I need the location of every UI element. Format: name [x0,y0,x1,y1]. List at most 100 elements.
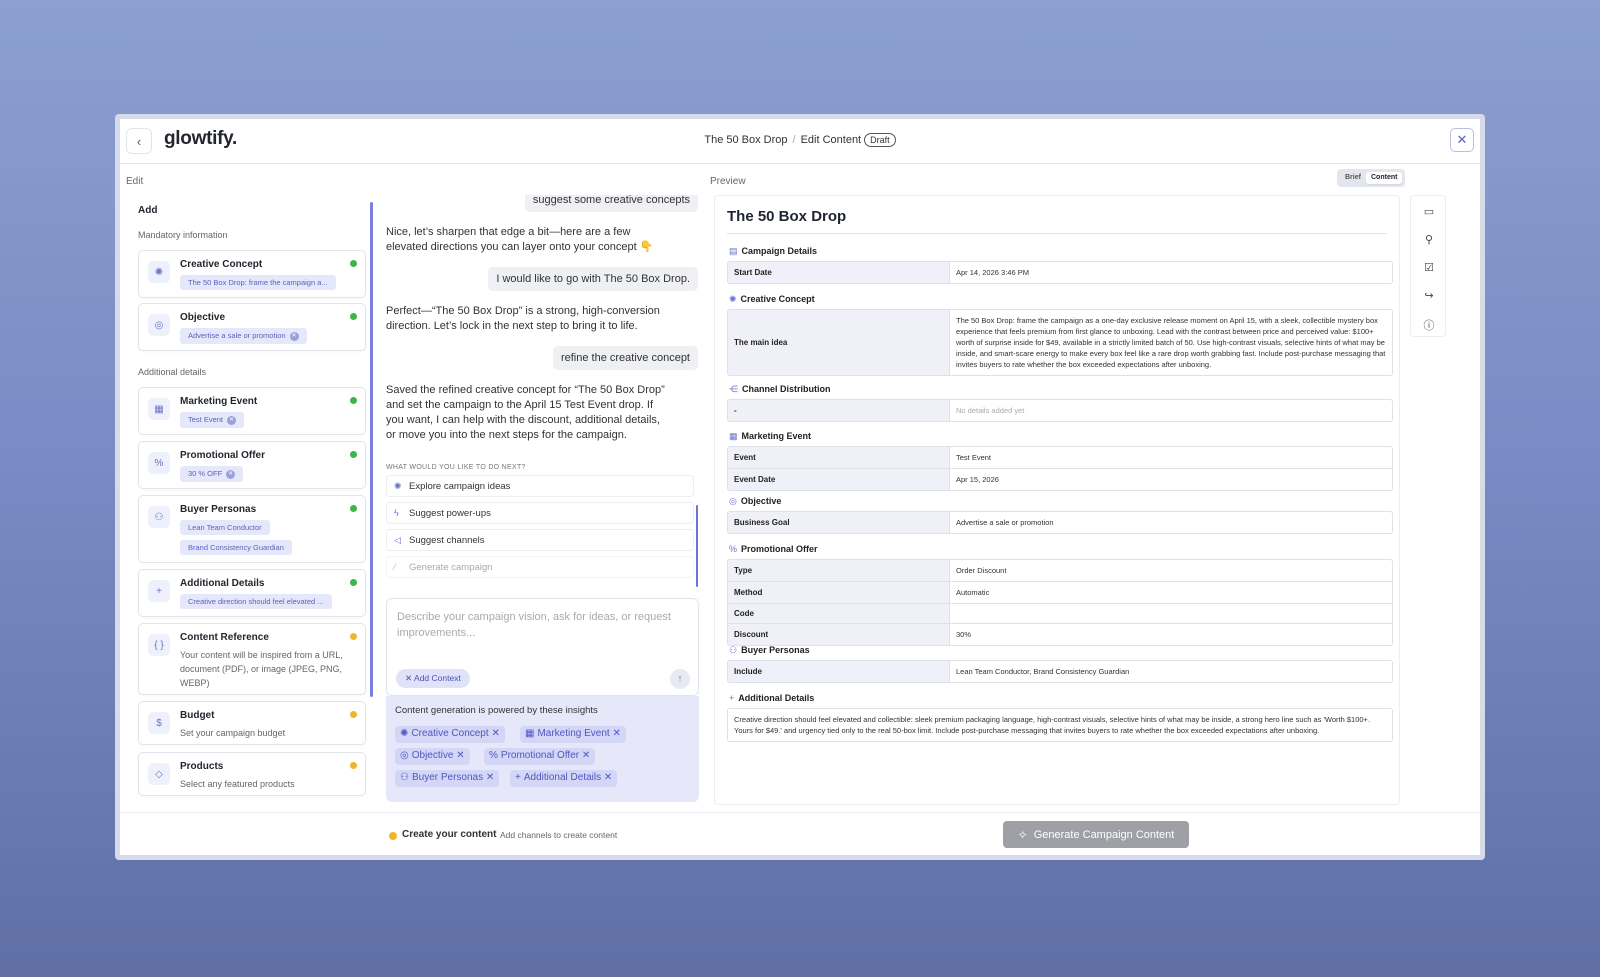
persona-chip[interactable]: Lean Team Conductor [180,520,270,535]
lightbulb-icon: ✺ [394,481,402,491]
card-objective[interactable]: ◎ Objective Advertise a sale or promotio… [138,303,366,351]
section-promotional-offer: % Promotional Offer [729,544,818,554]
buyer-personas-table: Include Lean Team Conductor, Brand Consis… [727,660,1393,683]
status-dot-pending [350,762,357,769]
campaign-details-table: Start Date Apr 14, 2026 3:46 PM [727,261,1393,284]
plus-icon: + [148,580,170,602]
breadcrumb-campaign[interactable]: The 50 Box Drop [704,134,787,146]
marketing-event-chip[interactable]: Test Event ✕ [180,412,245,428]
calendar-icon: ▦ [148,398,170,420]
remove-icon[interactable]: ✕ [227,415,237,425]
chat-scrollbar[interactable] [696,505,698,587]
section-heading: Marketing Event [741,431,812,441]
section-heading: Creative Concept [740,294,815,304]
info-icon[interactable]: ⓘ [1411,317,1447,333]
target-icon: ◎ [400,750,409,761]
percent-icon: % [729,544,738,554]
share-nodes-icon: ⋲ [729,384,738,394]
card-content-reference[interactable]: { } Content Reference Your content will … [138,623,366,695]
insight-chip-objective[interactable]: ◎ Objective ✕ [395,748,470,765]
close-icon: ✕ [405,673,413,683]
remove-icon[interactable]: ✕ [491,728,499,739]
row-key: Include [728,661,950,682]
left-scrollbar[interactable] [370,202,373,697]
user-message: suggest some creative concepts [524,195,698,212]
objective-chip[interactable]: Advertise a sale or promotion ✕ [180,328,307,344]
close-button[interactable]: ✕ [1450,128,1474,152]
remove-icon[interactable]: ✕ [226,469,236,479]
insight-chip-additional-details[interactable]: + Additional Details ✕ [510,770,618,787]
status-dot-pending [350,711,357,718]
chat-input[interactable]: Describe your campaign vision, ask for i… [386,598,699,696]
option-label: Suggest power-ups [409,508,491,519]
remove-icon[interactable]: ✕ [289,331,299,341]
option-suggest-power-ups[interactable]: ϟ Suggest power-ups [386,502,694,524]
channel-distribution-table: - No details added yet [727,399,1393,422]
table-row: Type Order Discount [728,560,1392,581]
comment-icon[interactable]: ▭ [1411,205,1447,218]
card-promotional-offer[interactable]: % Promotional Offer 30 % OFF ✕ [138,441,366,489]
row-key: Start Date [728,262,950,283]
status-dot-complete [350,579,357,586]
breadcrumb-page: Edit Content [800,134,862,146]
share-icon[interactable]: ↪ [1411,289,1447,302]
next-steps-heading: WHAT WOULD YOU LIKE TO DO NEXT? [386,464,526,471]
percent-icon: % [489,750,498,761]
remove-icon[interactable]: ✕ [582,750,590,761]
option-explore-ideas[interactable]: ✺ Explore campaign ideas [386,475,694,497]
user-icon[interactable]: ⚲ [1411,233,1447,246]
promotional-offer-chip[interactable]: 30 % OFF ✕ [180,466,244,482]
section-campaign-details: ▤ Campaign Details [729,246,817,257]
card-additional-details[interactable]: + Additional Details Creative direction … [138,569,366,617]
insight-chip-marketing-event[interactable]: ▦ Marketing Event ✕ [520,726,626,743]
chip-label: Buyer Personas [411,772,484,783]
view-toggle: Brief Content [1337,169,1405,187]
insight-chip-promotional-offer[interactable]: % Promotional Offer ✕ [484,748,596,765]
persona-chip[interactable]: Brand Consistency Guardian [180,540,292,555]
tab-content[interactable]: Content [1366,172,1403,184]
card-creative-concept[interactable]: ✺ Creative Concept The 50 Box Drop: fram… [138,250,366,298]
footer-hint: Add channels to create content [500,830,618,840]
card-title: Additional Details [180,578,265,589]
row-value: Advertise a sale or promotion [956,518,1054,527]
insights-heading: Content generation is powered by these i… [395,705,598,716]
remove-icon[interactable]: ✕ [604,772,612,783]
footer-status: Create your content [402,829,497,840]
creative-concept-chip[interactable]: The 50 Box Drop: frame the campaign a... [180,275,336,290]
row-key: Type [728,560,950,581]
remove-icon[interactable]: ✕ [456,750,464,761]
additional-details-text: Creative direction should feel elevated … [727,708,1393,742]
card-subtitle: Set your campaign budget [180,728,286,738]
insight-chip-buyer-personas[interactable]: ⚇ Buyer Personas ✕ [395,770,500,787]
card-title: Objective [180,312,226,323]
table-row: Business Goal Advertise a sale or promoti… [728,512,1392,533]
chip-label: Test Event [188,415,224,424]
option-suggest-channels[interactable]: ◁ Suggest channels [386,529,694,551]
checkbox-icon[interactable]: ☑ [1411,261,1447,274]
card-marketing-event[interactable]: ▦ Marketing Event Test Event ✕ [138,387,366,435]
card-budget[interactable]: $ Budget Set your campaign budget [138,701,366,745]
insight-chip-creative-concept[interactable]: ✺ Creative Concept ✕ [395,726,505,743]
option-generate-campaign[interactable]: ⁄ Generate campaign [386,556,694,578]
insights-panel: Content generation is powered by these i… [386,696,699,802]
card-buyer-personas[interactable]: ⚇ Buyer Personas Lean Team Conductor Bra… [138,495,366,563]
generate-campaign-content-button[interactable]: ✧ Generate Campaign Content [1003,821,1189,848]
card-title: Marketing Event [180,396,258,407]
percent-icon: % [148,452,170,474]
remove-icon[interactable]: ✕ [613,728,621,739]
card-products[interactable]: ◇ Products Select any featured products [138,752,366,796]
row-value: No details added yet [956,406,1025,415]
breadcrumb-separator: / [792,134,796,146]
magic-wand-icon: ⁄ [394,562,396,572]
table-row: Discount 30% [728,623,1392,645]
add-context-button[interactable]: ✕ Add Context [396,669,470,688]
document-icon: ▤ [729,246,738,256]
chip-label: Marketing Event [537,728,610,739]
row-value: Test Event [956,453,992,462]
send-button[interactable]: ↑ [670,669,690,689]
row-value: Automatic [956,588,990,597]
tab-brief[interactable]: Brief [1340,172,1366,184]
additional-details-chip[interactable]: Creative direction should feel elevated … [180,594,332,609]
section-additional-details: + Additional Details [729,693,814,703]
remove-icon[interactable]: ✕ [486,772,494,783]
